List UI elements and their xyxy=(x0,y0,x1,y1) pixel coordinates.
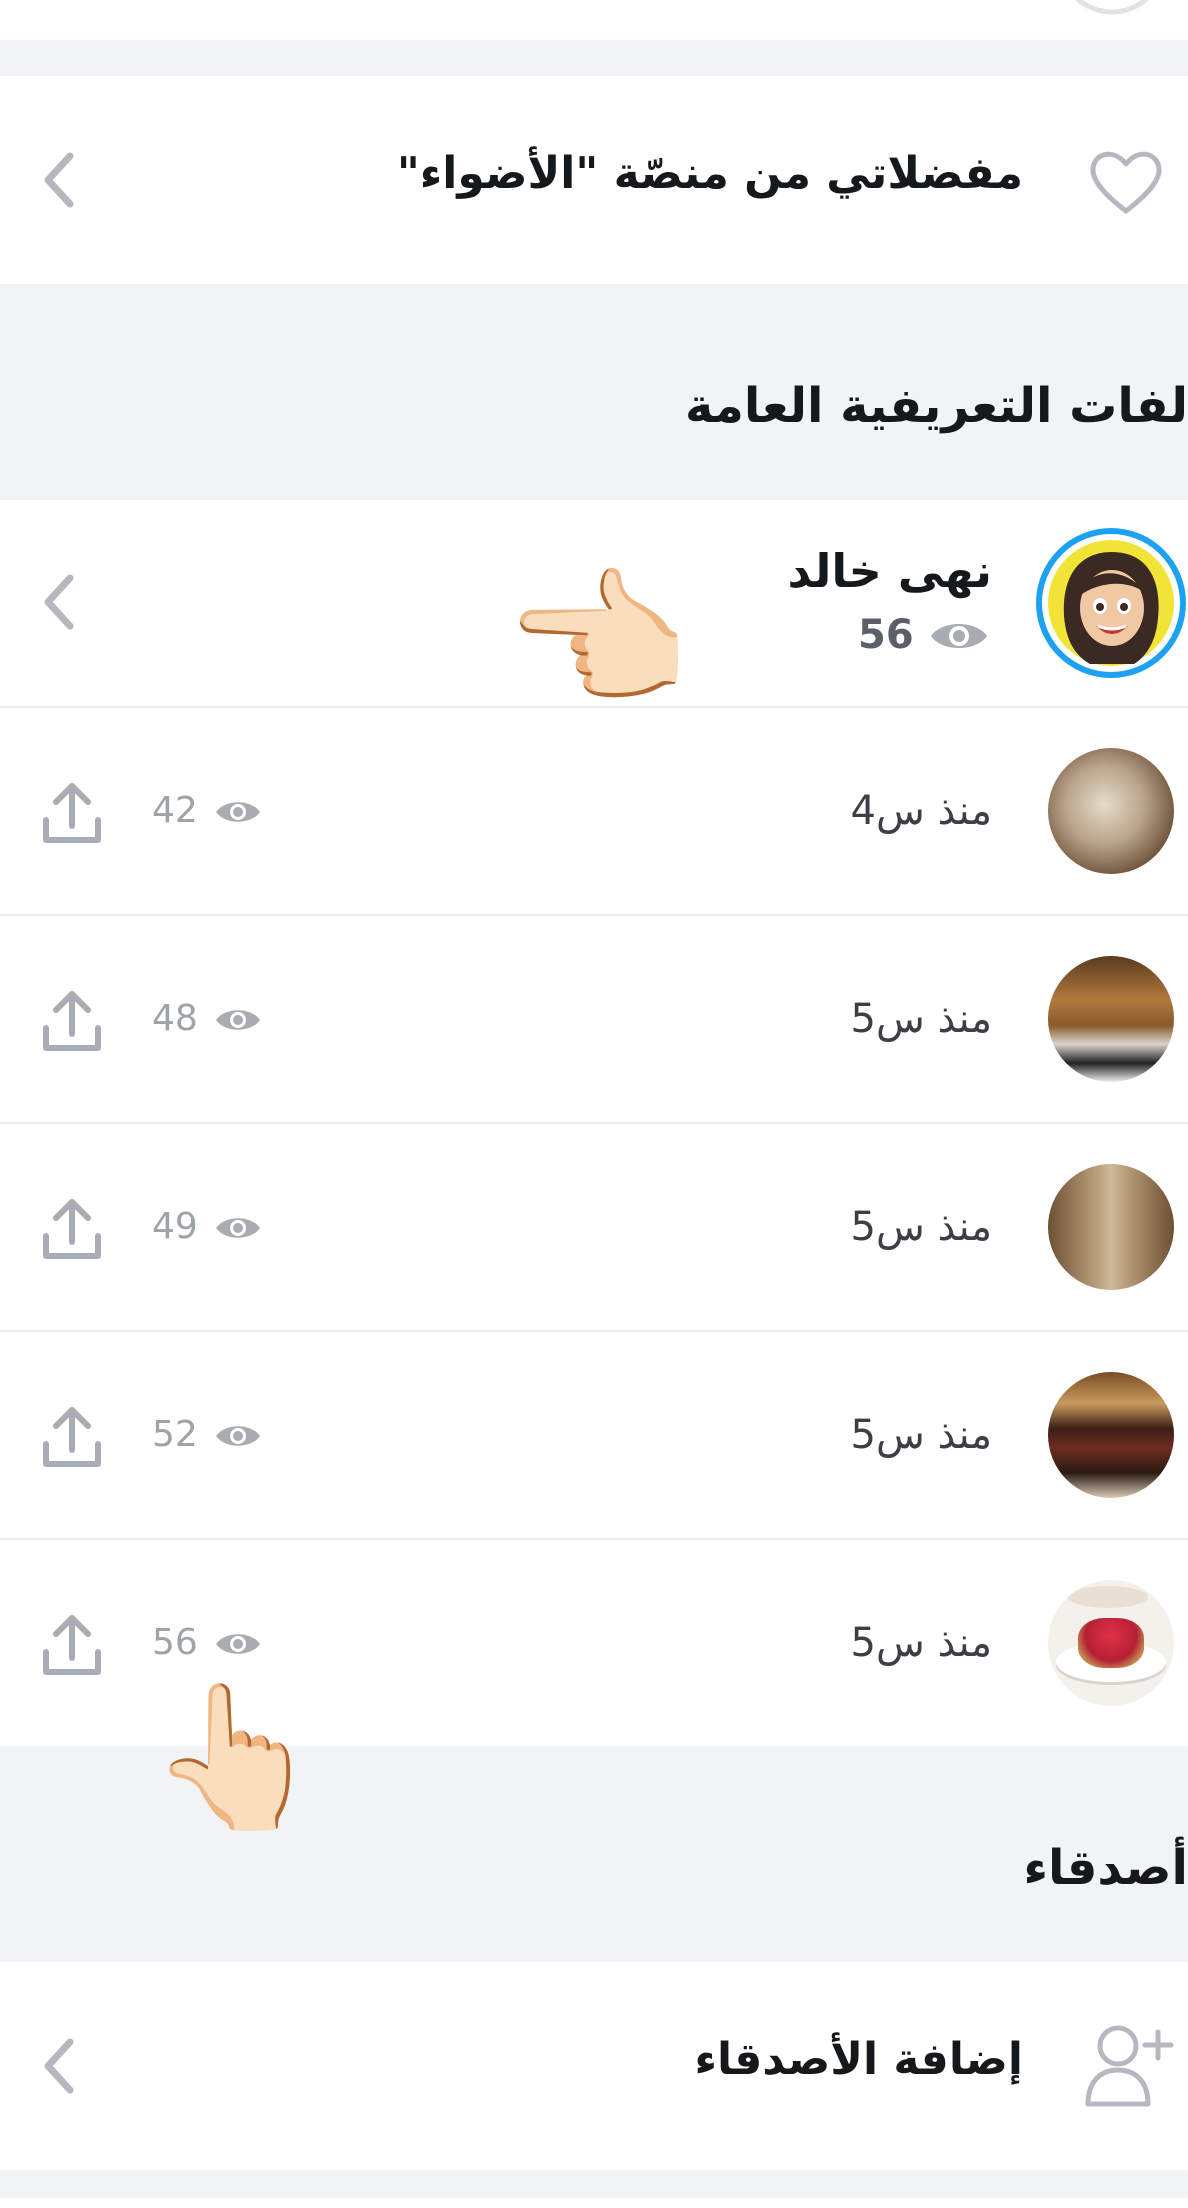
dessert-tart xyxy=(1078,1618,1144,1668)
story-time: منذ س5 xyxy=(850,1620,993,1666)
story-row[interactable]: منذ س4 42 xyxy=(0,708,1188,914)
story-thumbnail[interactable] xyxy=(1048,748,1174,874)
add-friends-label: إضافة الأصدقاء xyxy=(694,2034,1023,2085)
eye-icon xyxy=(216,802,260,822)
favorites-row[interactable]: مفضلاتي من منصّة "الأضواء" xyxy=(0,76,1188,284)
top-strip xyxy=(0,0,1188,40)
add-friends-row[interactable]: إضافة الأصدقاء xyxy=(0,1962,1188,2170)
story-views-count: 42 xyxy=(152,790,198,831)
story-time: منذ س4 xyxy=(850,788,993,834)
eye-icon xyxy=(931,624,987,648)
story-thumbnail[interactable] xyxy=(1048,1580,1174,1706)
chevron-left-icon[interactable] xyxy=(38,148,78,212)
favorites-label: مفضلاتي من منصّة "الأضواء" xyxy=(396,148,1023,199)
story-views-count: 49 xyxy=(152,1206,198,1247)
share-icon[interactable] xyxy=(40,780,104,846)
share-icon[interactable] xyxy=(40,1196,104,1262)
chevron-left-icon[interactable] xyxy=(38,570,78,634)
story-thumbnail[interactable] xyxy=(1048,1372,1174,1498)
story-row[interactable]: منذ س5 48 xyxy=(0,916,1188,1122)
story-row[interactable]: منذ س5 52 xyxy=(0,1332,1188,1538)
story-views-count: 48 xyxy=(152,998,198,1039)
bottom-strip xyxy=(0,2198,1188,2208)
story-time: منذ س5 xyxy=(850,1412,993,1458)
profile-views-count: 56 xyxy=(858,612,914,658)
eye-icon xyxy=(216,1426,260,1446)
story-views-count: 56 xyxy=(152,1622,198,1663)
eye-icon xyxy=(216,1010,260,1030)
share-icon[interactable] xyxy=(40,988,104,1054)
profile-name: نهى خالد xyxy=(787,544,992,598)
story-views-count: 52 xyxy=(152,1414,198,1455)
avatar-ring-partial xyxy=(1075,0,1149,15)
pointing-left-hand-emoji: 👉🏻 xyxy=(508,554,695,728)
dessert-background xyxy=(1068,1586,1148,1608)
pointing-up-hand-emoji: 👆🏻 xyxy=(148,1676,323,1839)
eye-icon xyxy=(216,1634,260,1654)
story-thumbnail[interactable] xyxy=(1048,956,1174,1082)
story-time: منذ س5 xyxy=(850,1204,993,1250)
friends-heading: أصدقاء xyxy=(1023,1840,1188,1896)
share-icon[interactable] xyxy=(40,1612,104,1678)
public-profiles-heading: لفات التعريفية العامة xyxy=(685,378,1188,434)
heart-icon xyxy=(1090,151,1162,214)
story-time: منذ س5 xyxy=(850,996,993,1042)
avatar[interactable] xyxy=(1034,526,1188,680)
chevron-left-icon[interactable] xyxy=(38,2034,78,2098)
add-friend-icon xyxy=(1085,2025,1174,2107)
story-row[interactable]: منذ س5 49 xyxy=(0,1124,1188,1330)
share-icon[interactable] xyxy=(40,1404,104,1470)
eye-icon xyxy=(216,1218,260,1238)
story-thumbnail[interactable] xyxy=(1048,1164,1174,1290)
